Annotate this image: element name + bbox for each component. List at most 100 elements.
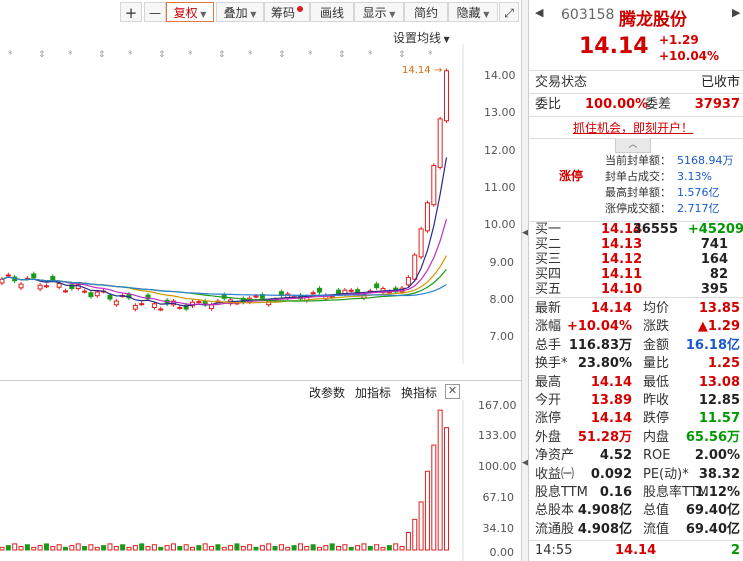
divider <box>529 116 743 117</box>
candle-body <box>317 287 322 293</box>
volume-bar <box>0 546 5 551</box>
status-row: 交易状态 已收市 <box>535 74 740 92</box>
price-tick-label: 11.00 <box>484 180 516 194</box>
chevron-down-icon: ▼ <box>480 10 490 19</box>
volume-bar <box>158 546 164 551</box>
volume-bar <box>228 545 234 551</box>
volume-bar <box>164 545 170 551</box>
volume-bar <box>209 546 215 551</box>
stat-value: 12.85 <box>698 393 740 408</box>
event-marker-icon: ⇕ <box>278 50 286 60</box>
stat-row: 总股本 4.908亿 总值 69.40亿 <box>535 502 740 520</box>
volume-bar <box>291 545 297 551</box>
switch-indicator-button[interactable]: 换指标 <box>401 384 437 401</box>
stat-label: 涨幅 <box>535 319 562 335</box>
volume-bar <box>297 543 303 551</box>
volume-bar <box>278 544 284 551</box>
volume-bar <box>247 544 253 551</box>
event-marker-icon: ⇕ <box>38 50 46 60</box>
chouma-button[interactable]: 筹码 <box>264 2 310 22</box>
event-marker-icon: ⇕ <box>218 50 226 60</box>
divider <box>529 540 743 541</box>
volume-bar <box>101 545 107 551</box>
bid-volume: 36555 <box>632 222 678 237</box>
open-account-link[interactable]: 抓住机会，即刻开户！ <box>573 119 693 136</box>
stat-row: 净资产 4.52 ROE 2.00% <box>535 447 740 465</box>
volume-tick-label: 100.00 <box>478 460 517 473</box>
bid-price: 14.11 <box>601 267 643 282</box>
diejia-label: 叠加 <box>223 6 248 20</box>
volume-bar <box>405 532 411 551</box>
divider <box>529 93 743 94</box>
volume-bar <box>69 545 75 551</box>
candle-body <box>209 304 215 310</box>
stat-row: 今开 13.89 昨收 12.85 <box>535 392 740 410</box>
event-marker-icon: ⇕ <box>98 50 106 60</box>
red-dot-icon <box>297 6 303 12</box>
stat-label: 总股本 <box>535 503 575 519</box>
stat-value: 69.40亿 <box>685 503 740 519</box>
candle-body <box>444 70 449 122</box>
chevron-down-icon: ▼ <box>247 10 257 19</box>
candle-body <box>43 285 49 288</box>
zoom-in-button[interactable]: + <box>120 2 142 22</box>
bid-row: 买四 14.11 82 <box>535 267 740 282</box>
stat-row: 总手 116.83万 金额 16.18亿 <box>535 337 740 355</box>
volume-bar <box>437 409 443 551</box>
volume-bar <box>304 546 310 551</box>
stat-label: 最低 <box>643 374 670 390</box>
weibi-row: 委比 100.00% 委差 37937 <box>535 96 740 114</box>
candle-body <box>0 278 5 284</box>
kline-chart-area[interactable]: + — 复权 ▼ 叠加 ▼ 筹码 画线 显示 ▼ 简约 隐藏 ▼ ⤢ 设置均线 … <box>0 0 529 561</box>
candle-body <box>412 254 418 280</box>
close-icon[interactable]: ✕ <box>445 384 460 399</box>
chevron-up-icon[interactable]: ︿ <box>615 138 651 153</box>
volume-bar <box>126 546 132 551</box>
bid-volume: 164 <box>700 252 728 267</box>
volume-bar <box>310 544 316 551</box>
stat-row: 外盘 51.28万 内盘 65.56万 <box>535 429 740 447</box>
candle-body <box>336 289 342 295</box>
stat-label: 流通股 <box>535 521 575 537</box>
add-indicator-button[interactable]: 加指标 <box>355 384 391 401</box>
jianyue-button[interactable]: 简约 <box>404 2 448 22</box>
stat-value: 38.32 <box>698 466 740 482</box>
volume-bar <box>183 544 189 551</box>
stat-label: 均价 <box>643 301 670 316</box>
huaxian-button[interactable]: 画线 <box>310 2 354 22</box>
stat-label: 股息TTM <box>535 485 588 500</box>
xianshi-dropdown[interactable]: 显示 ▼ <box>354 2 404 22</box>
stat-label: 金额 <box>643 337 670 353</box>
volume-bar <box>18 546 24 551</box>
volume-bar <box>37 545 43 551</box>
prev-stock-icon[interactable]: ◀ <box>535 6 543 19</box>
volume-bar <box>380 546 386 551</box>
volume-tick-label: 167.00 <box>478 399 517 412</box>
stat-label: 今开 <box>535 393 562 408</box>
fuquan-dropdown[interactable]: 复权 ▼ <box>166 2 214 22</box>
candle-body <box>107 294 113 300</box>
stat-value: 11.57 <box>698 411 740 427</box>
volume-bar <box>348 546 354 551</box>
diejia-dropdown[interactable]: 叠加 ▼ <box>216 2 264 22</box>
chevron-down-icon: ▼ <box>197 10 207 19</box>
weicha-label: 委差 <box>645 97 672 112</box>
price-tick-label: 10.00 <box>484 218 516 232</box>
volume-bar <box>259 545 265 551</box>
volume-bar <box>24 544 30 551</box>
stat-value: 0.16 <box>599 485 632 500</box>
price-marker-label: 14.14 <box>402 65 431 76</box>
candle-body <box>196 301 202 304</box>
change-params-button[interactable]: 改参数 <box>309 384 345 401</box>
tick-time: 14:55 <box>535 543 573 558</box>
yincang-dropdown[interactable]: 隐藏 ▼ <box>448 2 498 22</box>
stat-label: 总值 <box>643 503 670 519</box>
stat-label: 内盘 <box>643 429 670 445</box>
event-marker-icon: * <box>8 50 13 60</box>
next-stock-icon[interactable]: ▶ <box>732 6 740 19</box>
volume-bar <box>285 546 291 551</box>
stock-code: 603158 <box>561 7 615 23</box>
collapse-icon[interactable]: ⤢ <box>499 2 519 22</box>
zoom-out-button[interactable]: — <box>144 2 166 22</box>
event-marker-icon: * <box>368 50 373 60</box>
